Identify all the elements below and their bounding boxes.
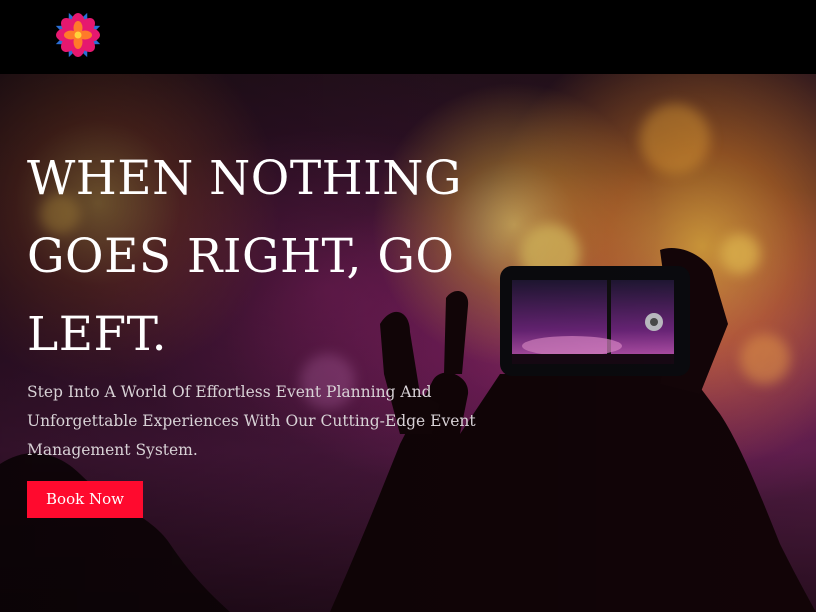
top-navbar <box>0 0 816 74</box>
headline-line-1: WHEN NOTHING <box>27 151 462 206</box>
hero-headline: WHEN NOTHING GOES RIGHT, GO LEFT. <box>27 140 507 374</box>
hero-subtext: Step Into A World Of Effortless Event Pl… <box>27 383 476 459</box>
hero-content: WHEN NOTHING GOES RIGHT, GO LEFT. Step I… <box>27 140 507 518</box>
page: WHEN NOTHING GOES RIGHT, GO LEFT. Step I… <box>0 0 816 612</box>
lotus-flower-logo-icon[interactable] <box>52 9 104 61</box>
headline-line-3: LEFT. <box>27 307 168 362</box>
headline-line-2: GOES RIGHT, GO <box>27 229 455 284</box>
book-now-button[interactable]: Book Now <box>27 481 143 518</box>
